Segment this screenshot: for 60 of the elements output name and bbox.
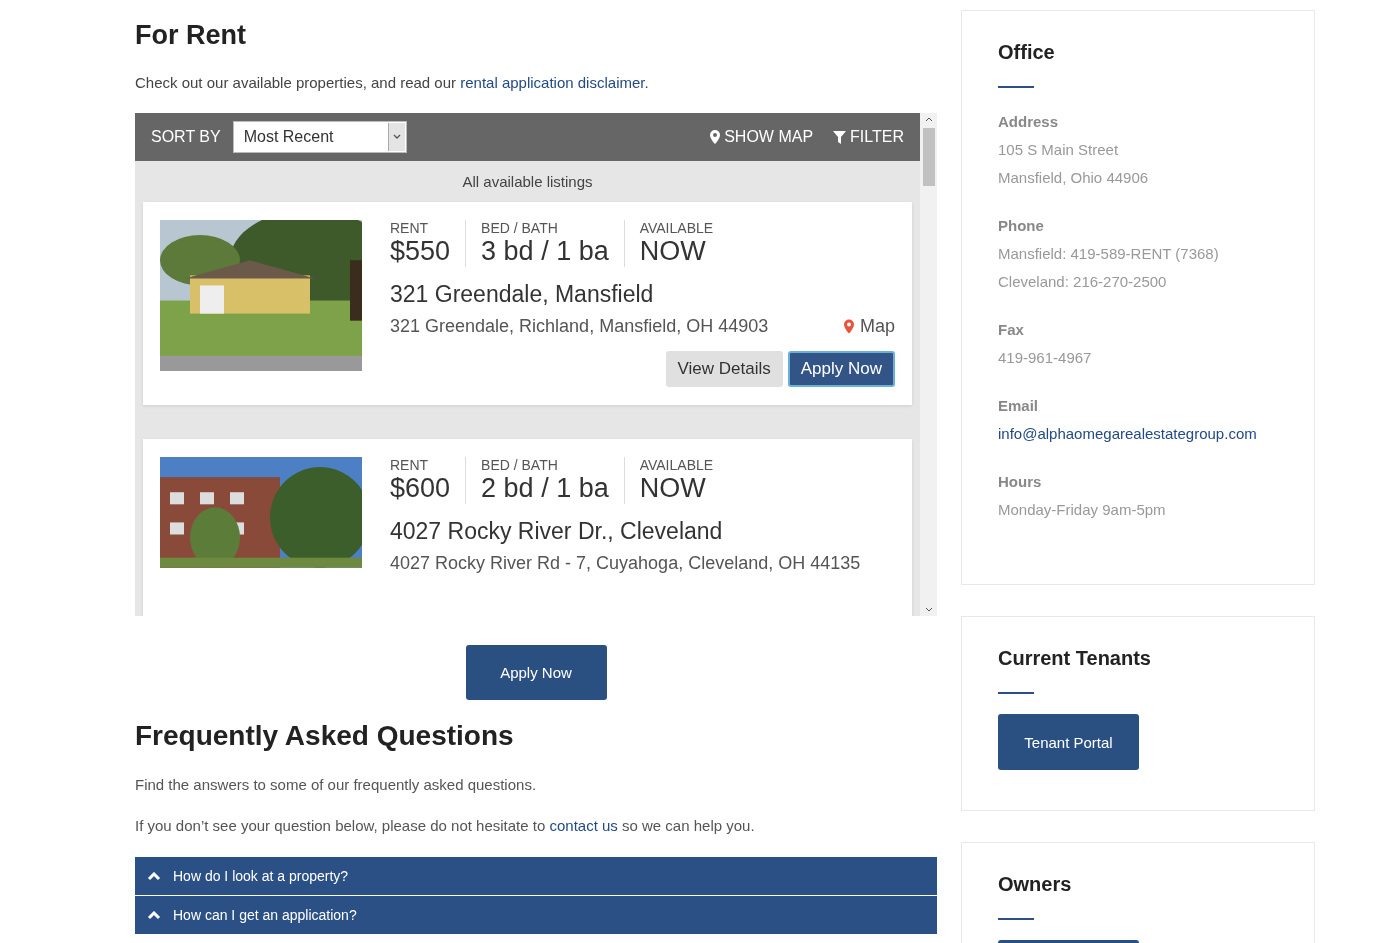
available-label: AVAILABLE xyxy=(639,457,714,473)
listing-title: 4027 Rocky River Dr., Cleveland xyxy=(390,518,724,545)
intro-text: Check out our available properties, and read our rental application disclaimer. xyxy=(135,74,650,91)
apply-now-button[interactable]: Apply Now xyxy=(465,645,607,700)
info-label: Phone xyxy=(998,216,1045,236)
available-label: AVAILABLE xyxy=(639,220,714,236)
scroll-down-icon[interactable] xyxy=(924,607,933,612)
info-label: Fax xyxy=(998,320,1025,340)
chevron-up-icon xyxy=(147,910,161,920)
faq-note: If you don’t see your question below, please do not hesitate to contact us so we can help you. xyxy=(135,817,756,834)
page-title: For Rent xyxy=(135,20,247,52)
scrollbar[interactable] xyxy=(920,113,937,616)
bed-bath-label: BED / BATH xyxy=(481,457,559,473)
scroll-up-icon[interactable] xyxy=(924,117,933,122)
filter-link[interactable]: FILTER xyxy=(833,128,904,146)
view-details-button[interactable]: View Details xyxy=(665,351,783,387)
info-text: Monday-Friday 9am-5pm xyxy=(998,500,1167,520)
rent-label: RENT xyxy=(390,457,430,473)
rent-value: $550 xyxy=(390,236,451,267)
info-text: Mansfield, Ohio 44906 xyxy=(998,168,1150,188)
bed-bath-value: 3 bd / 1 ba xyxy=(481,236,609,267)
card-title: Office xyxy=(998,41,1056,64)
info-text: Mansfield: 419-589-RENT (7368) xyxy=(998,244,1220,264)
disclaimer-link[interactable]: rental application disclaimer xyxy=(460,74,645,91)
info-label: Address xyxy=(998,112,1060,132)
map-pin-icon xyxy=(844,319,854,334)
map-link[interactable]: Map xyxy=(844,316,895,337)
apply-now-button[interactable]: Apply Now xyxy=(787,351,895,387)
card-title: Owners xyxy=(998,873,1073,896)
rent-label: RENT xyxy=(390,220,430,236)
listing-title: 321 Greendale, Mansfield xyxy=(390,281,655,308)
caret-icon xyxy=(392,134,401,140)
available-value: NOW xyxy=(639,473,707,504)
contact-link[interactable]: contact us xyxy=(549,817,618,834)
map-pin-icon xyxy=(710,130,721,144)
bed-bath-label: BED / BATH xyxy=(481,220,559,236)
faq-title: Frequently Asked Questions xyxy=(135,720,515,752)
filter-icon xyxy=(833,130,847,144)
faq-question[interactable]: How do I look at a property? xyxy=(135,857,937,895)
tenant-portal-button[interactable]: Tenant Portal xyxy=(998,714,1139,770)
faq-intro: Find the answers to some of our frequently asked questions. xyxy=(135,776,538,793)
faq-question[interactable]: How can I get an application? xyxy=(135,896,937,934)
sort-label: SORT BY xyxy=(151,128,221,146)
info-text: Cleveland: 216-270-2500 xyxy=(998,272,1168,292)
email-link[interactable]: info@alphaomegarealestategroup.com xyxy=(998,425,1257,442)
chevron-up-icon xyxy=(147,871,161,881)
scrollbar-thumb[interactable] xyxy=(922,128,935,186)
info-label: Email xyxy=(998,396,1040,416)
sort-select[interactable]: Most Recent xyxy=(232,121,407,153)
bed-bath-value: 2 bd / 1 ba xyxy=(481,473,609,504)
info-text: 419-961-4967 xyxy=(998,348,1093,368)
card-title: Current Tenants xyxy=(998,647,1152,670)
rent-value: $600 xyxy=(390,473,451,504)
show-map-link[interactable]: SHOW MAP xyxy=(710,128,814,146)
available-value: NOW xyxy=(639,236,707,267)
info-label: Hours xyxy=(998,472,1043,492)
listings-caption: All available listings xyxy=(461,172,594,192)
listing-address: 4027 Rocky River Rd - 7, Cuyahoga, Cleveland, OH 44135 xyxy=(390,553,861,574)
info-text: 105 S Main Street xyxy=(998,140,1120,160)
listing-address: 321 Greendale, Richland, Mansfield, OH 44903 xyxy=(390,316,769,337)
